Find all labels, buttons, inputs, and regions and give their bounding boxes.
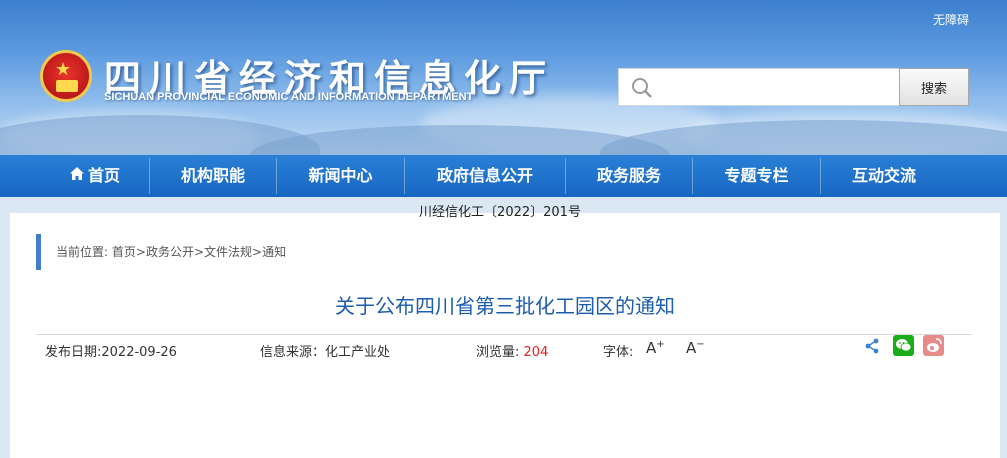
nav-item-label: 首页 (87, 166, 120, 185)
breadcrumb-separator: > (252, 245, 263, 259)
nav-item-interaction[interactable]: 互动交流 (821, 155, 947, 197)
breadcrumb-separator: > (135, 245, 146, 259)
breadcrumb-item-notices[interactable]: 通知 (262, 245, 286, 259)
breadcrumb-item-home[interactable]: 首页 (112, 245, 136, 259)
publish-date-value: 2022-09-26 (101, 345, 177, 360)
font-decrease-label: A (686, 339, 697, 357)
breadcrumb-item-regulations[interactable]: 文件法规 (204, 245, 252, 259)
nav-item-gov-info[interactable]: 政府信息公开 (405, 155, 565, 197)
weibo-icon[interactable] (923, 335, 944, 356)
font-increase-button[interactable]: A+ (646, 339, 665, 357)
national-emblem-icon: ★ (40, 50, 92, 102)
breadcrumb-prefix: 当前位置: (56, 245, 109, 259)
nav-item-services[interactable]: 政务服务 (566, 155, 692, 197)
publish-date-label: 发布日期: (45, 345, 102, 360)
meta-divider (36, 334, 972, 335)
content-panel: 当前位置: 首页>政务公开>文件法规>通知 关于公布四川省第三批化工园区的通知 … (10, 213, 1000, 458)
publish-date: 发布日期:2022-09-26 (45, 341, 177, 360)
search-button[interactable]: 搜索 (899, 68, 969, 106)
search-box (618, 68, 900, 106)
plus-icon: + (656, 339, 665, 350)
wechat-icon[interactable] (893, 335, 914, 356)
info-source: 信息来源：化工产业处 (260, 341, 390, 360)
breadcrumb-marker (36, 234, 41, 270)
views-value: 204 (523, 345, 549, 360)
font-increase-label: A (646, 339, 657, 357)
nav-item-home[interactable]: 首页 (40, 155, 150, 197)
home-icon (69, 154, 84, 196)
accessibility-link[interactable]: 无障碍 (933, 11, 969, 28)
view-count: 浏览量: 204 (476, 341, 548, 360)
nav-item-topics[interactable]: 专题专栏 (693, 155, 820, 197)
share-icon[interactable] (864, 338, 880, 358)
main-nav: 首页 机构职能 新闻中心 政府信息公开 政务服务 专题专栏 互动交流 (0, 155, 1007, 197)
nav-item-organization[interactable]: 机构职能 (150, 155, 276, 197)
article-title: 关于公布四川省第三批化工园区的通知 (335, 294, 675, 318)
font-decrease-button[interactable]: A− (686, 339, 705, 357)
breadcrumb-separator: > (193, 245, 205, 259)
minus-icon: − (696, 339, 705, 350)
breadcrumb: 当前位置: 首页>政务公开>文件法规>通知 (56, 243, 286, 260)
site-subtitle: SICHUAN PROVINCIAL ECONOMIC AND INFORMAT… (104, 91, 474, 103)
search-icon (631, 77, 653, 103)
search-input[interactable] (659, 69, 897, 105)
document-number: 川经信化工〔2022〕201号 (419, 205, 581, 220)
source-label: 信息来源： (260, 345, 326, 360)
source-value: 化工产业处 (325, 345, 391, 360)
font-size-label: 字体: (603, 345, 634, 360)
breadcrumb-item-gov-affairs[interactable]: 政务公开 (146, 245, 194, 259)
nav-item-news[interactable]: 新闻中心 (277, 155, 404, 197)
views-label: 浏览量: (476, 345, 520, 360)
